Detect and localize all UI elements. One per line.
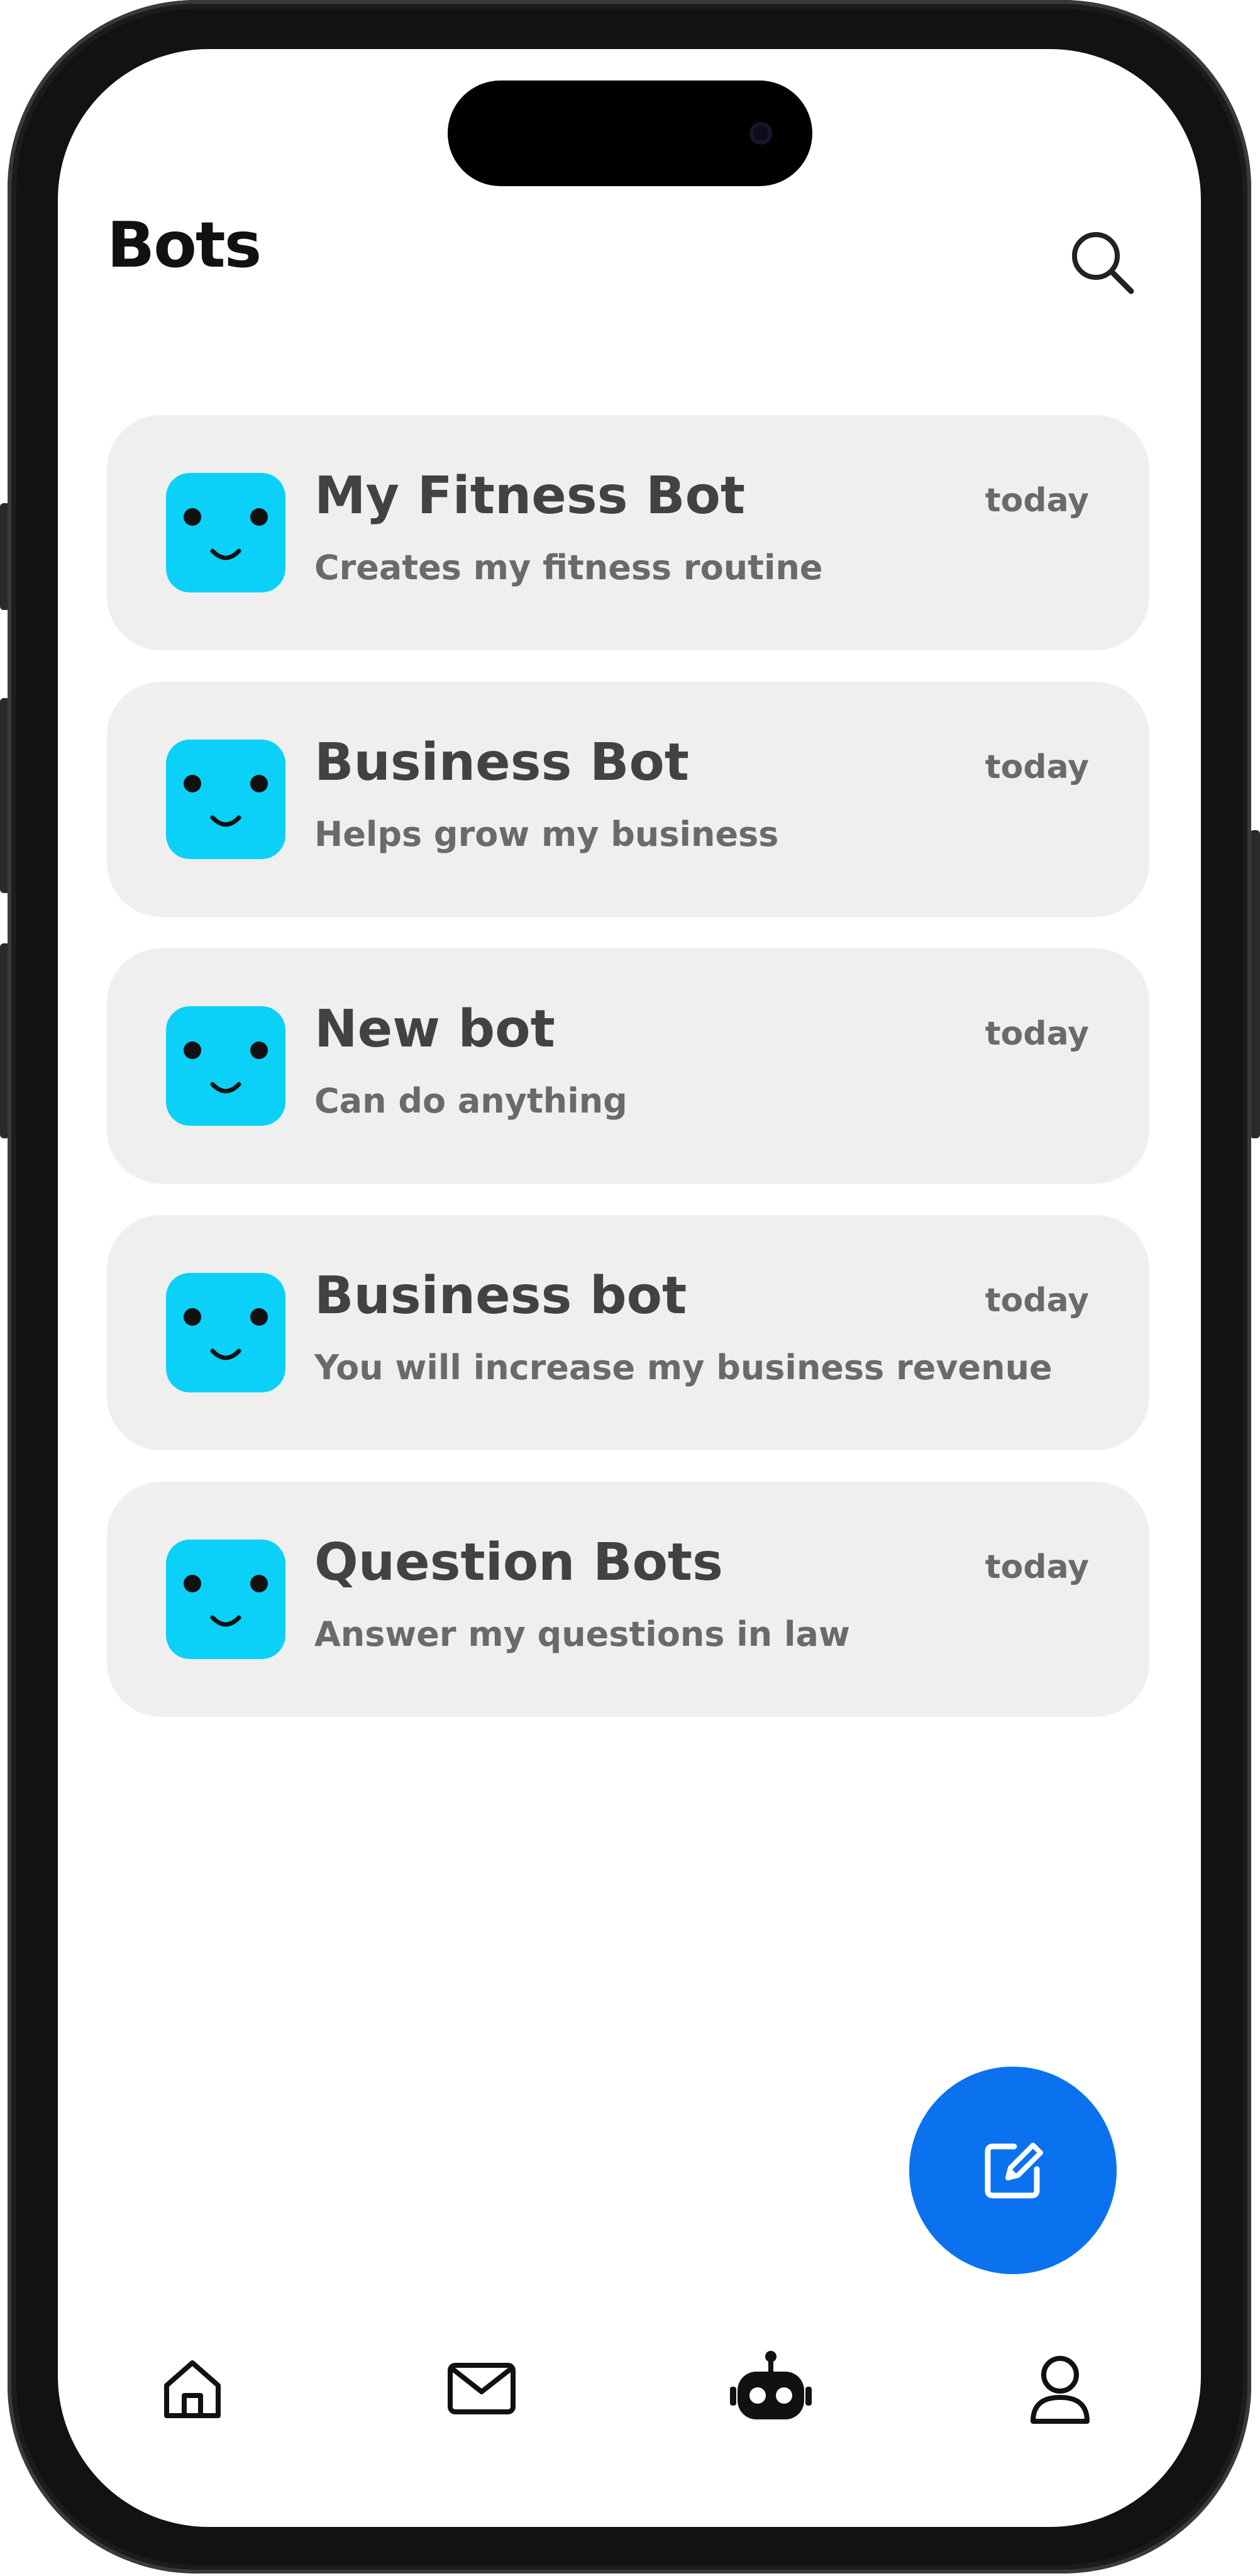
page: Bots My Fitness Bot Creates my fitness r… — [0, 0, 1260, 2576]
bot-description: Answer my questions in law — [314, 1614, 850, 1654]
bot-name: Business Bot — [314, 733, 689, 792]
bot-name: My Fitness Bot — [314, 466, 746, 526]
bot-avatar-icon — [166, 1006, 285, 1126]
nav-profile[interactable] — [997, 2326, 1123, 2451]
bot-avatar-icon — [166, 740, 285, 859]
bot-card[interactable]: New bot Can do anything today — [107, 948, 1149, 1184]
front-camera — [749, 122, 772, 145]
bot-name: New bot — [314, 999, 555, 1059]
bot-card[interactable]: Business Bot Helps grow my business toda… — [107, 682, 1149, 917]
bot-name: Question Bots — [314, 1533, 723, 1592]
nav-messages[interactable] — [419, 2326, 544, 2451]
bot-description: Can do anything — [314, 1081, 627, 1121]
bot-list: My Fitness Bot Creates my fitness routin… — [107, 415, 1149, 1748]
bot-description: Helps grow my business — [314, 814, 779, 854]
bot-avatar-icon — [166, 1540, 285, 1659]
search-button[interactable] — [1064, 224, 1139, 299]
compose-icon — [985, 2143, 1043, 2199]
bot-timestamp: today — [985, 748, 1089, 786]
bot-card[interactable]: Question Bots Answer my questions in law… — [107, 1482, 1149, 1717]
profile-icon — [1031, 2356, 1090, 2424]
bot-card[interactable]: Business bot You will increase my busine… — [107, 1215, 1149, 1450]
bottom-nav — [58, 2326, 1201, 2451]
bot-timestamp: today — [985, 1282, 1089, 1319]
home-icon — [164, 2360, 221, 2418]
bot-name: Business bot — [314, 1266, 687, 1326]
power-button — [1250, 830, 1260, 1138]
app-screen: Bots My Fitness Bot Creates my fitness r… — [58, 49, 1201, 2527]
bot-avatar-icon — [166, 1273, 285, 1392]
mail-icon — [448, 2363, 516, 2414]
nav-home[interactable] — [130, 2326, 255, 2451]
bot-timestamp: today — [985, 1015, 1089, 1053]
nav-bots[interactable] — [708, 2326, 834, 2451]
bot-description: You will increase my business revenue — [314, 1348, 1053, 1387]
new-bot-button[interactable] — [909, 2067, 1117, 2274]
bot-card[interactable]: My Fitness Bot Creates my fitness routin… — [107, 415, 1149, 650]
page-title: Bots — [107, 208, 262, 282]
bot-icon — [730, 2351, 812, 2419]
bot-description: Creates my fitness routine — [314, 548, 823, 587]
search-icon — [1072, 232, 1134, 294]
bot-timestamp: today — [985, 482, 1089, 519]
bot-avatar-icon — [166, 473, 285, 592]
dynamic-island — [448, 80, 812, 186]
bot-timestamp: today — [985, 1548, 1089, 1586]
